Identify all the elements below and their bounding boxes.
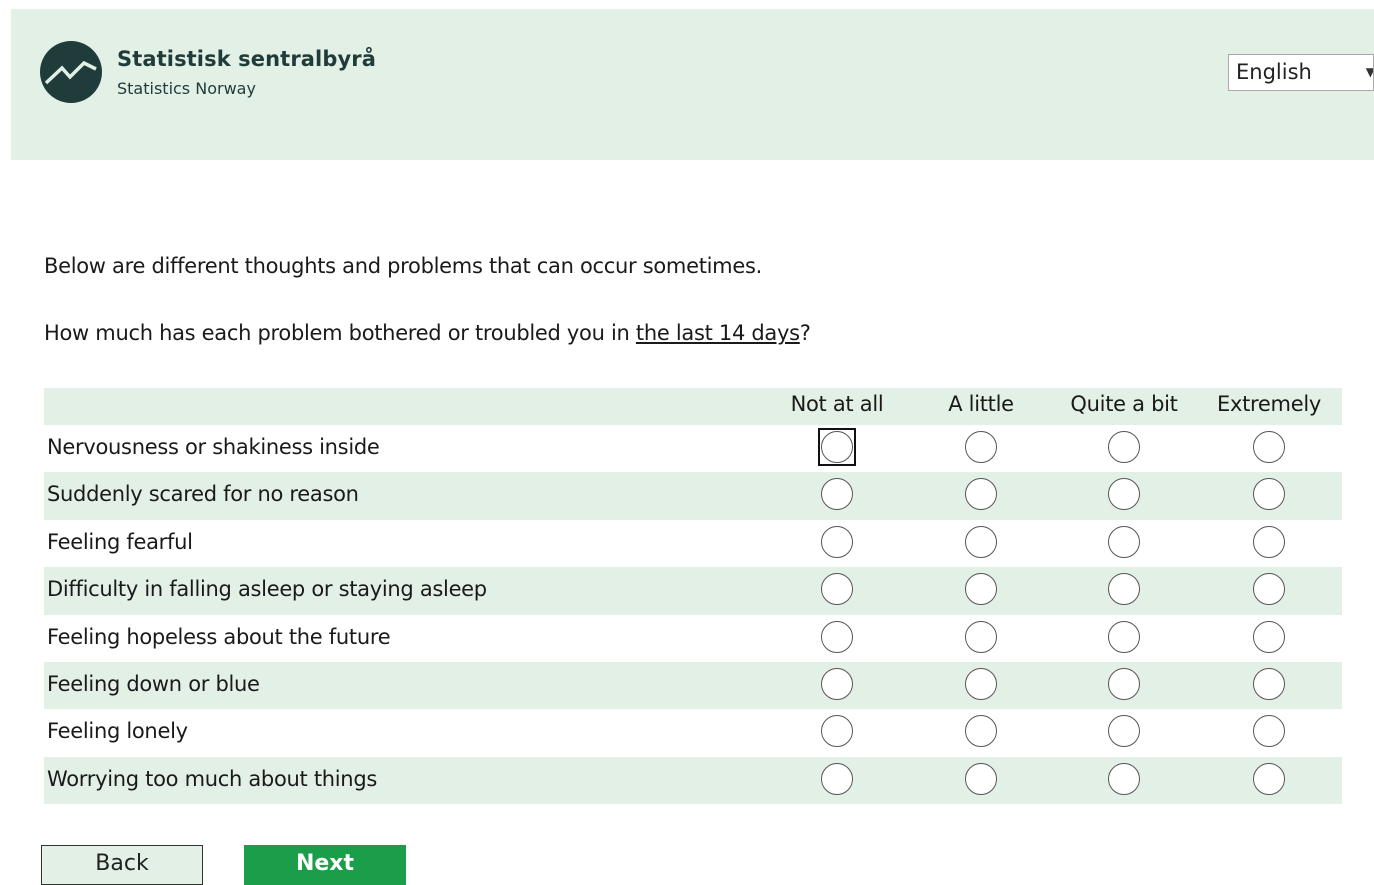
next-button[interactable]: Next — [244, 845, 406, 885]
question-row: Difficulty in falling asleep or staying … — [44, 567, 1342, 615]
column-header: Quite a bit — [1070, 392, 1178, 416]
answer-radio[interactable] — [1108, 573, 1140, 606]
question-row-label: Feeling fearful — [47, 529, 193, 554]
question-row: Suddenly scared for no reason — [44, 472, 1342, 520]
answer-radio[interactable] — [965, 620, 997, 653]
answer-radio[interactable] — [965, 573, 997, 606]
answer-radio[interactable] — [1253, 431, 1285, 463]
answer-radio[interactable] — [1253, 762, 1285, 795]
answer-radio[interactable] — [1253, 573, 1285, 606]
column-header: Extremely — [1217, 392, 1321, 416]
answer-radio[interactable] — [821, 573, 853, 606]
answer-radio[interactable] — [821, 620, 853, 653]
question-row-label: Feeling down or blue — [47, 671, 260, 696]
question-row: Feeling lonely — [44, 709, 1342, 756]
question-row: Nervousness or shakiness inside — [44, 425, 1342, 472]
chevron-down-icon: ▼ — [1366, 55, 1373, 90]
answer-radio[interactable] — [1108, 762, 1140, 795]
question-row: Worrying too much about things — [44, 756, 1342, 805]
answer-radio[interactable] — [1108, 478, 1140, 511]
org-name: Statistisk sentralbyrå — [117, 47, 376, 71]
back-button[interactable]: Back — [41, 845, 203, 885]
response-grid: Not at all A little Quite a bit Extremely N… — [44, 388, 1342, 805]
answer-radio[interactable] — [1253, 478, 1285, 511]
question-row-label: Nervousness or shakiness inside — [47, 435, 380, 459]
answer-radio[interactable] — [1108, 431, 1140, 463]
answer-radio[interactable] — [965, 715, 997, 748]
org-subtitle: Statistics Norway — [117, 79, 256, 98]
question-row-label: Feeling hopeless about the future — [47, 624, 391, 649]
answer-radio[interactable] — [1253, 620, 1285, 653]
question-text: How much has each problem bothered or tr… — [44, 321, 811, 345]
answer-radio[interactable] — [965, 478, 997, 511]
intro-text: Below are different thoughts and problem… — [44, 254, 762, 278]
answer-radio[interactable] — [821, 478, 853, 511]
answer-radio[interactable] — [821, 525, 853, 558]
column-header: A little — [948, 392, 1014, 416]
answer-radio[interactable] — [821, 762, 853, 795]
answer-radio[interactable] — [1253, 525, 1285, 558]
answer-radio[interactable] — [965, 762, 997, 795]
question-emphasis: the last 14 days — [635, 321, 800, 345]
answer-radio[interactable] — [1253, 715, 1285, 748]
ssb-logo-icon[interactable] — [40, 41, 102, 103]
answer-radio[interactable] — [965, 431, 997, 463]
site-header: Statistisk sentralbyrå Statistics Norway… — [11, 9, 1374, 160]
answer-radio[interactable] — [1108, 715, 1140, 748]
question-suffix: ? — [799, 321, 811, 345]
question-row-label: Suddenly scared for no reason — [47, 482, 359, 507]
answer-radio[interactable] — [1253, 667, 1285, 700]
column-header: Not at all — [790, 392, 884, 416]
grid-header-row: Not at all A little Quite a bit Extremely — [44, 388, 1342, 425]
answer-radio[interactable] — [821, 715, 853, 748]
answer-radio[interactable] — [1108, 525, 1140, 558]
answer-radio[interactable] — [821, 431, 853, 463]
answer-radio[interactable] — [965, 667, 997, 700]
answer-radio[interactable] — [965, 525, 997, 558]
question-row: Feeling hopeless about the future — [44, 615, 1342, 662]
answer-radio[interactable] — [821, 667, 853, 700]
answer-radio[interactable] — [1108, 667, 1140, 700]
question-row: Feeling down or blue — [44, 661, 1342, 710]
language-selected-value: English — [1236, 60, 1312, 84]
question-row: Feeling fearful — [44, 520, 1342, 567]
question-prefix: How much has each problem bothered or tr… — [44, 321, 636, 345]
language-select[interactable]: English ▼ — [1228, 54, 1374, 91]
question-row-label: Worrying too much about things — [47, 766, 377, 791]
answer-radio[interactable] — [1108, 620, 1140, 653]
question-row-label: Feeling lonely — [47, 719, 188, 744]
question-row-label: Difficulty in falling asleep or staying … — [47, 577, 487, 602]
